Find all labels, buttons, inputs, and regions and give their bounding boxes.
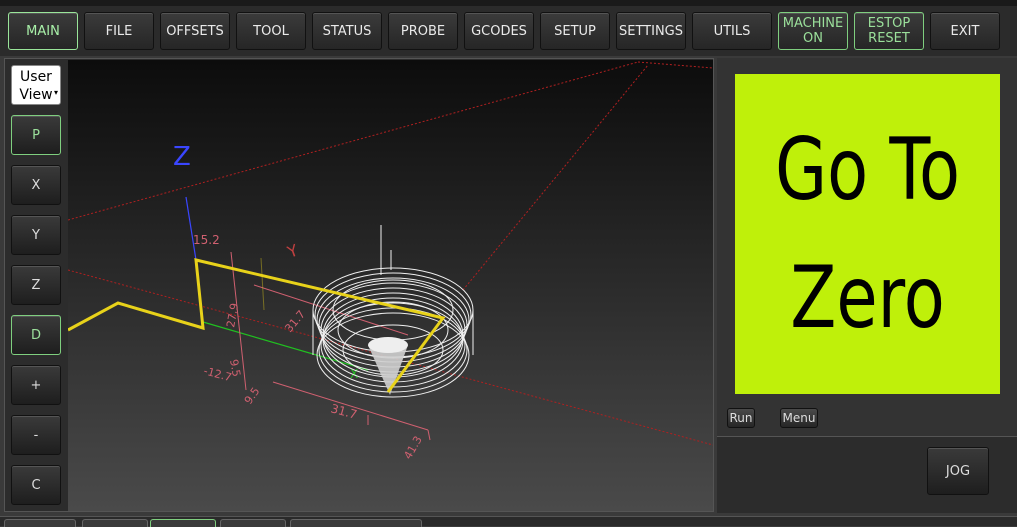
- bottom-tab[interactable]: [150, 519, 216, 527]
- graphics-panel: User View ▾ P X Y Z D + - C Z Y X 15.2 2…: [4, 58, 714, 512]
- zoom-in-button[interactable]: +: [11, 365, 61, 405]
- macro-panel: Go To Zero Run Menu JOG: [717, 58, 1017, 513]
- tab-file[interactable]: FILE: [84, 12, 154, 50]
- jog-area: JOG: [717, 436, 1017, 513]
- jog-button[interactable]: JOG: [927, 447, 989, 495]
- dimension-label: 31.7: [329, 401, 358, 421]
- bottom-tab[interactable]: [220, 519, 286, 527]
- tab-probe[interactable]: PROBE: [388, 12, 458, 50]
- run-button[interactable]: Run: [727, 408, 755, 428]
- machine-on-button[interactable]: MACHINE ON: [778, 12, 848, 50]
- macro-image-text: Go To Zero: [775, 120, 960, 348]
- top-tab-bar: MAIN FILE OFFSETS TOOL STATUS PROBE GCOD…: [0, 0, 1017, 56]
- dimension-label: 15.2: [193, 233, 220, 247]
- toolpath-plot: Z Y X 15.2 27.9 31.7 9.5 -12.7 9.5 31.7 …: [68, 61, 713, 462]
- menu-button[interactable]: Menu: [780, 408, 818, 428]
- clear-plot-button[interactable]: C: [11, 465, 61, 505]
- dimensions-toggle-button[interactable]: D: [11, 315, 61, 355]
- gcode-graphics-viewport[interactable]: Z Y X 15.2 27.9 31.7 9.5 -12.7 9.5 31.7 …: [68, 60, 713, 511]
- tab-setup[interactable]: SETUP: [540, 12, 610, 50]
- view-select-value: User View: [19, 69, 53, 103]
- view-p-button[interactable]: P: [11, 115, 61, 155]
- dimension-label: 41.3: [401, 434, 425, 462]
- tab-gcodes[interactable]: GCODES: [464, 12, 534, 50]
- tab-status[interactable]: STATUS: [312, 12, 382, 50]
- tab-main[interactable]: MAIN: [8, 12, 78, 50]
- view-z-button[interactable]: Z: [11, 265, 61, 305]
- tab-settings[interactable]: SETTINGS: [616, 12, 686, 50]
- view-select[interactable]: User View ▾: [11, 65, 61, 105]
- exit-button[interactable]: EXIT: [930, 12, 1000, 50]
- z-axis-label: Z: [173, 142, 191, 172]
- zoom-out-button[interactable]: -: [11, 415, 61, 455]
- tab-tool[interactable]: TOOL: [236, 12, 306, 50]
- bottom-tab[interactable]: [82, 519, 148, 527]
- go-to-zero-macro-image[interactable]: Go To Zero: [735, 74, 1000, 394]
- view-x-button[interactable]: X: [11, 165, 61, 205]
- view-y-button[interactable]: Y: [11, 215, 61, 255]
- chevron-down-icon: ▾: [53, 88, 58, 97]
- tab-offsets[interactable]: OFFSETS: [160, 12, 230, 50]
- bottom-tab[interactable]: [4, 519, 76, 527]
- z-axis-line: [185, 196, 197, 261]
- tab-utils[interactable]: UTILS: [692, 12, 772, 50]
- dimension-label: 9.5: [242, 385, 263, 407]
- estop-reset-button[interactable]: ESTOP RESET: [854, 12, 924, 50]
- dimension-label: 31.7: [282, 308, 308, 335]
- bottom-tab[interactable]: [290, 519, 422, 527]
- y-axis-label: Y: [284, 240, 301, 262]
